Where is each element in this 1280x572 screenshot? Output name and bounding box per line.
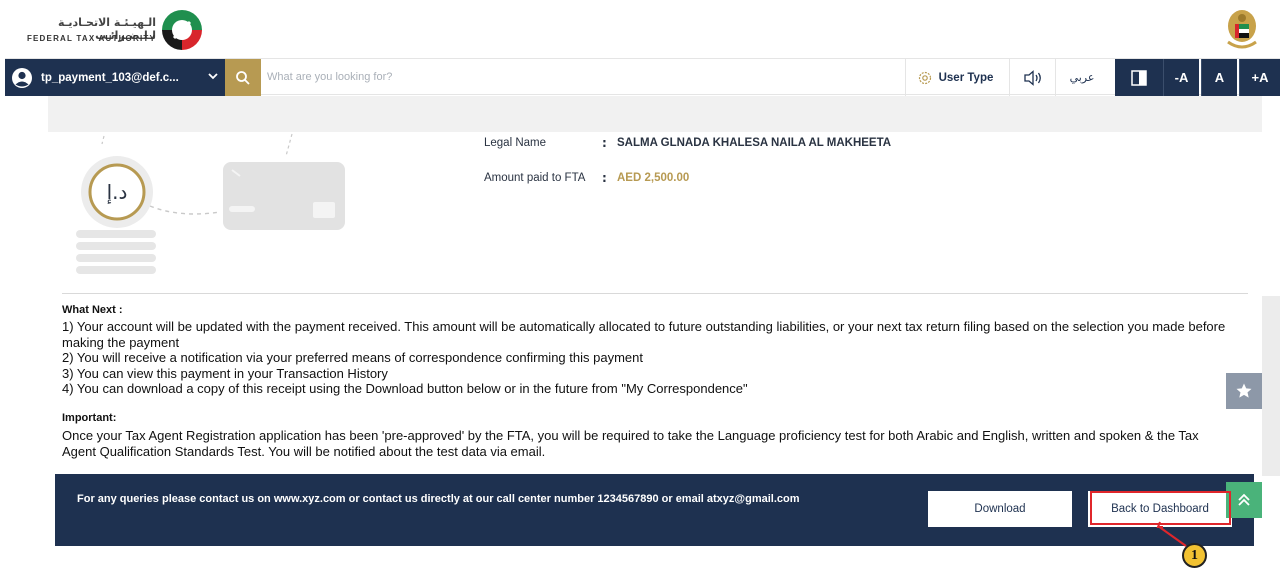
speaker-icon (1023, 69, 1041, 86)
what-next-heading: What Next : (62, 304, 123, 316)
contrast-toggle[interactable] (1115, 59, 1163, 96)
search-button[interactable] (225, 59, 261, 96)
fta-logo[interactable]: الـهيـئـة الاتحـاديـة لـلـضـرائـب FEDERA… (20, 8, 210, 52)
legal-name-value: SALMA GLNADA KHALESA NAILA AL MAKHEETA (617, 137, 892, 149)
star-icon (1236, 383, 1252, 398)
font-increase-button[interactable]: +A (1239, 59, 1280, 96)
page-scrollbar[interactable] (1262, 296, 1280, 476)
contact-info-text: For any queries please contact us on www… (77, 493, 800, 505)
username-label: tp_payment_103@def.c... (41, 71, 179, 84)
important-text: Once your Tax Agent Registration applica… (62, 428, 1199, 459)
legal-name-colon: : (602, 136, 607, 150)
font-decrease-button[interactable]: -A (1163, 59, 1199, 96)
site-header: الـهيـئـة الاتحـاديـة لـلـضـرائـب FEDERA… (0, 0, 1280, 58)
text-to-speech-button[interactable] (1009, 59, 1055, 96)
chevron-down-icon (208, 73, 218, 80)
amount-colon: : (602, 171, 607, 185)
section-divider (62, 293, 1248, 294)
content-top-band (48, 96, 1262, 132)
top-navbar: tp_payment_103@def.c... User Type عربي -… (5, 58, 1280, 96)
callout-number-badge: 1 (1182, 543, 1207, 568)
font-normal-button[interactable]: A (1201, 59, 1237, 96)
uae-emblem-icon (1227, 10, 1257, 49)
search-icon (236, 70, 250, 85)
scroll-to-top-button[interactable] (1226, 482, 1262, 518)
what-next-item: 1) Your account will be updated with the… (62, 319, 1226, 350)
amount-label: Amount paid to FTA (484, 172, 586, 184)
payment-illustration (76, 133, 345, 274)
gear-icon (918, 71, 931, 84)
favorite-button[interactable] (1226, 373, 1262, 409)
legal-name-label: Legal Name (484, 137, 547, 149)
currency-symbol: د.إ (106, 180, 128, 204)
amount-value: AED 2,500.00 (617, 172, 690, 184)
important-heading: Important: (62, 412, 117, 424)
user-avatar-icon (12, 67, 32, 88)
fta-logo-icon (162, 10, 202, 50)
double-chevron-up-icon (1238, 493, 1250, 506)
contrast-icon (1131, 69, 1147, 86)
what-next-item: 4) You can download a copy of this recei… (62, 381, 748, 396)
logo-english-text: FEDERAL TAX AUTHORITY (26, 34, 156, 43)
what-next-list: 1) Your account will be updated with the… (62, 319, 1232, 397)
user-type-label: User Type (938, 71, 994, 84)
language-toggle[interactable]: عربي (1055, 59, 1108, 96)
what-next-item: 2) You will receive a notification via y… (62, 350, 643, 365)
user-account-dropdown[interactable]: tp_payment_103@def.c... (5, 59, 225, 96)
action-footer: For any queries please contact us on www… (55, 474, 1254, 546)
user-type-button[interactable]: User Type (905, 59, 1005, 96)
search-input[interactable] (267, 65, 787, 89)
what-next-item: 3) You can view this payment in your Tra… (62, 365, 388, 381)
download-button[interactable]: Download (928, 491, 1072, 527)
highlight-box (1090, 491, 1231, 525)
